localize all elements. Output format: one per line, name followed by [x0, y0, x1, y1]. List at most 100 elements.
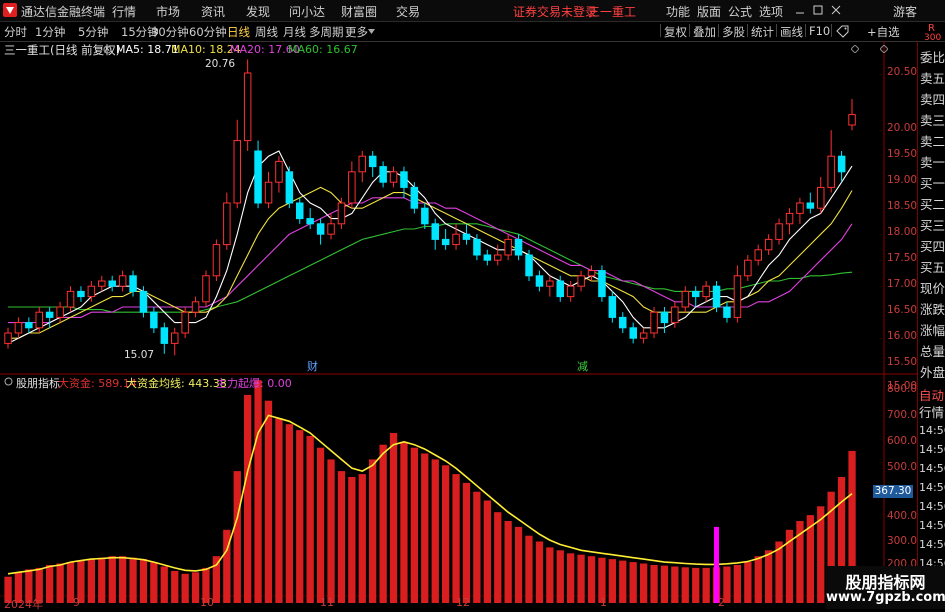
side-quotes-toggle[interactable]: 行情 [919, 402, 944, 421]
big-fund-bar [473, 491, 481, 603]
diamond-icon-2[interactable] [880, 45, 888, 53]
menu-item-markets[interactable]: 市场 [156, 3, 180, 20]
side-item-ratio[interactable]: 委比 [920, 47, 945, 66]
candle-body [629, 327, 637, 339]
side-item-buy2[interactable]: 买二 [920, 194, 945, 213]
ma60-line [8, 223, 853, 313]
period-tab-weekly[interactable]: 周线 [255, 24, 278, 40]
menu-item-ask[interactable]: 问小达 [289, 3, 325, 20]
close-icon[interactable] [831, 5, 841, 15]
overlay-button[interactable]: 叠加 [693, 24, 716, 40]
menu-item-formula[interactable]: 公式 [728, 3, 752, 20]
side-item-sell1[interactable]: 卖一 [920, 152, 945, 171]
period-tab-multi[interactable]: 多周期 [309, 24, 344, 40]
big-fund-bar [337, 471, 346, 603]
candle-body [733, 275, 742, 318]
candle-body [77, 290, 85, 298]
f10-button[interactable]: F10 [809, 24, 830, 38]
candle-body [441, 238, 450, 246]
settings-dot-icon[interactable] [103, 45, 112, 54]
tag-icon[interactable] [836, 25, 849, 38]
big-fund-bar [254, 380, 262, 603]
side-item-pct[interactable]: 涨幅 [920, 320, 945, 339]
date-tick: 2024年 [4, 598, 43, 611]
menu-item-trade[interactable]: 交易 [396, 3, 420, 20]
candle-body [389, 171, 398, 183]
side-label-300: 300 [924, 33, 942, 43]
add-watchlist-button[interactable]: +自选 [867, 24, 900, 40]
side-time: 14:56 [919, 462, 945, 475]
period-tab-timeshare[interactable]: 分时 [4, 24, 27, 40]
side-item-price[interactable]: 现价 [920, 278, 945, 297]
period-tab-30min[interactable]: 30分钟 [151, 24, 189, 40]
side-item-outer[interactable]: 外盘 [920, 362, 945, 381]
more-chevron-icon[interactable] [368, 28, 375, 35]
candle-body [25, 322, 33, 329]
candle-body [546, 280, 554, 287]
side-item-change[interactable]: 涨跌 [920, 299, 945, 318]
candle-body [744, 259, 752, 277]
menu-item-functions[interactable]: 功能 [666, 3, 690, 20]
side-item-buy5[interactable]: 买五 [920, 257, 945, 276]
big-fund-bar [369, 459, 377, 603]
big-fund-bar [525, 535, 533, 603]
candle-body [275, 160, 283, 183]
minimize-icon[interactable] [795, 5, 805, 15]
side-item-sell5[interactable]: 卖五 [920, 68, 945, 87]
menu-item-market[interactable]: 行情 [112, 3, 136, 20]
indicator-legend: 股朋指标 大资金: 589.14 大资金均线: 443.38 主力起爆: 0.0… [16, 375, 316, 390]
candle-body [837, 155, 846, 173]
period-tab-1min[interactable]: 1分钟 [35, 24, 65, 40]
side-item-sell4[interactable]: 卖四 [920, 89, 945, 108]
diamond-icon[interactable] [851, 45, 859, 53]
candle-body [650, 311, 658, 334]
candle-body [775, 223, 783, 240]
menu-item-news[interactable]: 资讯 [201, 3, 225, 20]
big-fund-bar [431, 459, 439, 603]
big-fund-bar [494, 512, 502, 603]
period-tab-5min[interactable]: 5分钟 [78, 24, 108, 40]
menu-item-layout[interactable]: 版面 [697, 3, 721, 20]
period-tab-daily[interactable]: 日线 [227, 24, 250, 40]
big-fund-bar [410, 447, 418, 603]
date-tick: 12 [456, 596, 470, 609]
login-notice[interactable]: 证券交易未登录 [513, 3, 597, 20]
maximize-icon[interactable] [813, 5, 823, 15]
period-tab-60min[interactable]: 60分钟 [189, 24, 227, 40]
indicator-settings-icon[interactable] [4, 377, 13, 386]
adjust-button[interactable]: 复权 [664, 24, 687, 40]
period-tab-more[interactable]: 更多 [345, 24, 368, 40]
chart-area[interactable] [0, 41, 917, 609]
menu-item-options[interactable]: 选项 [759, 3, 783, 20]
guest-label[interactable]: 游客 [893, 3, 917, 20]
side-item-sell3[interactable]: 卖三 [920, 110, 945, 129]
candle-body [598, 270, 606, 298]
multi-stock-button[interactable]: 多股 [722, 24, 745, 40]
candle-body [587, 270, 596, 277]
side-item-buy3[interactable]: 买三 [920, 215, 945, 234]
period-tab-monthly[interactable]: 月线 [283, 24, 306, 40]
candle-body [431, 223, 439, 240]
draw-line-button[interactable]: 画线 [780, 24, 803, 40]
indicator-tick: 300.0 [887, 535, 918, 547]
side-item-volume[interactable]: 总量 [920, 341, 945, 360]
candle-body [202, 275, 210, 303]
event-marker-reduce[interactable]: 减 [577, 358, 588, 374]
candle-body [327, 223, 335, 235]
indicator-tick: 600.0 [887, 435, 918, 447]
event-marker-finance[interactable]: 财 [307, 358, 318, 374]
big-fund-bar [306, 435, 314, 603]
side-item-buy1[interactable]: 买一 [920, 173, 945, 192]
big-fund-bar [452, 474, 460, 603]
candle-body [56, 306, 64, 318]
low-price-marker: 15.07 [124, 349, 155, 361]
side-item-sell2[interactable]: 卖二 [920, 131, 945, 150]
menu-item-discover[interactable]: 发现 [246, 3, 270, 20]
statistics-button[interactable]: 统计 [751, 24, 774, 40]
side-time: 14:56 [919, 519, 945, 532]
menu-item-wealth[interactable]: 财富圈 [341, 3, 377, 20]
price-tick: 20.00 [887, 122, 918, 134]
candle-body [660, 311, 669, 324]
side-item-buy4[interactable]: 买四 [920, 236, 945, 255]
candle-body [473, 238, 481, 256]
